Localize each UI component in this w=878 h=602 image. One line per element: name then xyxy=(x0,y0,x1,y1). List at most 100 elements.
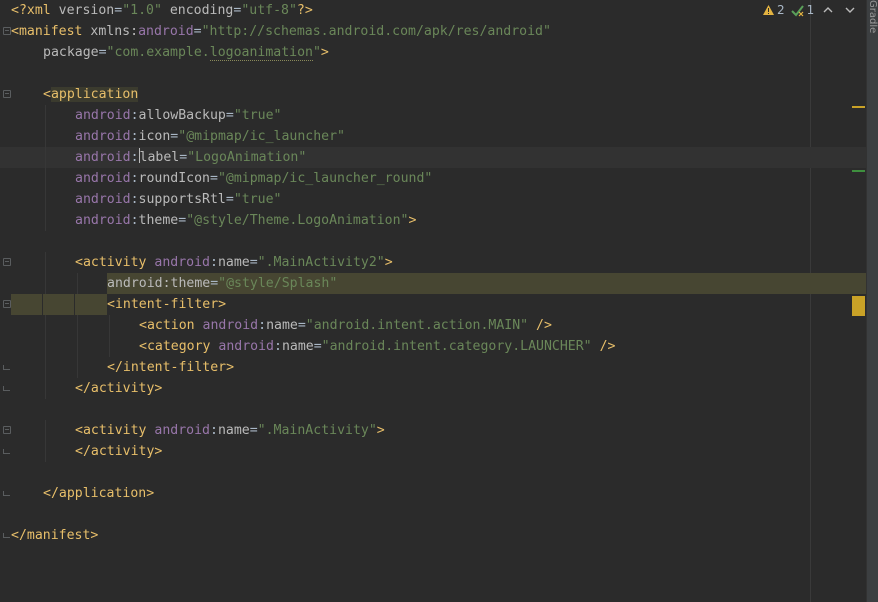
code-token: encoding xyxy=(169,3,234,18)
code-line[interactable]: android:theme="@style/Splash" xyxy=(0,273,866,294)
fold-end-icon[interactable] xyxy=(3,384,10,392)
code-token: = xyxy=(193,24,202,39)
editor-scrollbar[interactable] xyxy=(866,0,878,602)
code-line[interactable]: <?xml version="1.0" encoding="utf-8"?> xyxy=(0,0,866,21)
fold-expanded-icon[interactable] xyxy=(3,258,11,266)
fold-end-icon[interactable] xyxy=(3,447,10,455)
change-stripe-marker[interactable] xyxy=(852,170,865,172)
fold-expanded-icon[interactable] xyxy=(3,426,11,434)
indent-guide xyxy=(45,168,46,189)
code-token: android xyxy=(75,192,131,207)
code-line[interactable] xyxy=(0,504,866,525)
code-line[interactable] xyxy=(0,231,866,252)
code-line[interactable]: </intent-filter> xyxy=(0,357,866,378)
code-token: name xyxy=(217,423,250,438)
code-line[interactable]: <activity android:name=".MainActivity"> xyxy=(0,420,866,441)
code-line[interactable]: android:roundIcon="@mipmap/ic_launcher_r… xyxy=(0,168,866,189)
next-highlight-button[interactable] xyxy=(842,2,858,18)
fold-end-icon[interactable] xyxy=(3,363,10,371)
code-text[interactable]: <activity android:name=".MainActivity"> xyxy=(75,420,385,441)
code-text[interactable]: <application xyxy=(43,84,139,105)
code-line[interactable]: package="com.example.logoanimation"> xyxy=(0,42,866,63)
code-token: </application> xyxy=(43,486,155,501)
warning-stripe-marker[interactable] xyxy=(852,106,865,108)
code-text[interactable]: android:label="LogoAnimation" xyxy=(75,147,306,168)
code-line[interactable]: <manifest xmlns:android="http://schemas.… xyxy=(0,21,866,42)
code-text[interactable]: </activity> xyxy=(75,441,162,462)
highlight-stripe-marker[interactable] xyxy=(852,296,865,316)
code-text[interactable]: <manifest xmlns:android="http://schemas.… xyxy=(11,21,551,42)
code-token: </intent-filter> xyxy=(107,360,235,375)
code-line[interactable]: android:theme="@style/Theme.LogoAnimatio… xyxy=(0,210,866,231)
weak-warnings-indicator[interactable]: 1 xyxy=(790,3,814,17)
code-text[interactable]: android:icon="@mipmap/ic_launcher" xyxy=(75,126,345,147)
code-text[interactable]: package="com.example.logoanimation"> xyxy=(43,42,329,63)
code-token: = xyxy=(297,318,306,333)
indent-guide xyxy=(45,210,46,231)
indent-guide xyxy=(45,105,46,126)
inspection-indicators[interactable]: 2 1 xyxy=(762,0,858,20)
code-text[interactable]: <intent-filter> xyxy=(107,294,226,315)
code-text[interactable]: android:roundIcon="@mipmap/ic_launcher_r… xyxy=(75,168,432,189)
code-line[interactable]: <action android:name="android.intent.act… xyxy=(0,315,866,336)
code-token: "LogoAnimation" xyxy=(187,150,307,165)
code-text[interactable]: </application> xyxy=(43,483,154,504)
code-text[interactable]: </activity> xyxy=(75,378,162,399)
code-text[interactable]: android:theme="@style/Splash" xyxy=(107,273,337,294)
previous-highlight-button[interactable] xyxy=(820,2,836,18)
code-token: : xyxy=(130,171,139,186)
code-token: = xyxy=(225,192,234,207)
code-line[interactable] xyxy=(0,63,866,84)
code-text[interactable]: <action android:name="android.intent.act… xyxy=(139,315,552,336)
fold-end-icon[interactable] xyxy=(3,489,10,497)
indent-guide xyxy=(45,252,46,273)
code-line[interactable]: </activity> xyxy=(0,441,866,462)
code-token: android xyxy=(202,318,259,333)
fold-expanded-icon[interactable] xyxy=(3,90,11,98)
code-token: package xyxy=(43,45,99,60)
fold-expanded-icon[interactable] xyxy=(3,300,11,308)
code-token: xml xyxy=(26,3,51,18)
code-text[interactable]: android:theme="@style/Theme.LogoAnimatio… xyxy=(75,210,416,231)
code-line[interactable]: android:allowBackup="true" xyxy=(0,105,866,126)
code-line[interactable] xyxy=(0,399,866,420)
code-line[interactable]: <category android:name="android.intent.c… xyxy=(0,336,866,357)
code-line[interactable]: <activity android:name=".MainActivity2"> xyxy=(0,252,866,273)
warnings-indicator[interactable]: 2 xyxy=(762,3,785,17)
code-token: <action xyxy=(139,318,195,333)
gradle-tool-window-tab[interactable]: Gradle xyxy=(866,0,878,40)
code-token: android xyxy=(75,150,131,165)
code-line[interactable]: </manifest> xyxy=(0,525,866,546)
code-text[interactable]: android:allowBackup="true" xyxy=(75,105,281,126)
indent-highlight xyxy=(11,294,107,315)
code-token: ".MainActivity2" xyxy=(257,255,385,270)
indent-guide xyxy=(45,147,46,168)
code-token: android xyxy=(75,129,131,144)
code-line[interactable]: android:supportsRtl="true" xyxy=(0,189,866,210)
code-token: </activity> xyxy=(75,381,163,396)
code-token: version xyxy=(58,3,115,18)
code-text[interactable]: </intent-filter> xyxy=(107,357,234,378)
code-line[interactable] xyxy=(0,462,866,483)
spelling-typo-token: logoanimation xyxy=(209,45,313,61)
code-text[interactable]: </manifest> xyxy=(11,525,98,546)
code-token: = xyxy=(178,213,187,228)
code-text[interactable]: <activity android:name=".MainActivity2"> xyxy=(75,252,393,273)
code-token: </activity> xyxy=(75,444,163,459)
code-editor[interactable]: <?xml version="1.0" encoding="utf-8"?> <m… xyxy=(0,0,866,602)
code-token: icon xyxy=(138,129,171,144)
code-text[interactable]: android:supportsRtl="true" xyxy=(75,189,281,210)
code-text[interactable]: <?xml version="1.0" encoding="utf-8"?> xyxy=(11,0,313,21)
code-line[interactable]: </application> xyxy=(0,483,866,504)
code-line[interactable]: <intent-filter> xyxy=(0,294,866,315)
code-token: android xyxy=(75,171,131,186)
fold-expanded-icon[interactable] xyxy=(3,27,11,35)
code-token: : xyxy=(210,423,218,438)
code-line[interactable]: <application xyxy=(0,84,866,105)
code-text[interactable]: <category android:name="android.intent.c… xyxy=(139,336,615,357)
code-line[interactable]: </activity> xyxy=(0,378,866,399)
code-line[interactable]: android:label="LogoAnimation" xyxy=(0,147,866,168)
code-line[interactable]: android:icon="@mipmap/ic_launcher" xyxy=(0,126,866,147)
fold-end-icon[interactable] xyxy=(3,531,10,539)
